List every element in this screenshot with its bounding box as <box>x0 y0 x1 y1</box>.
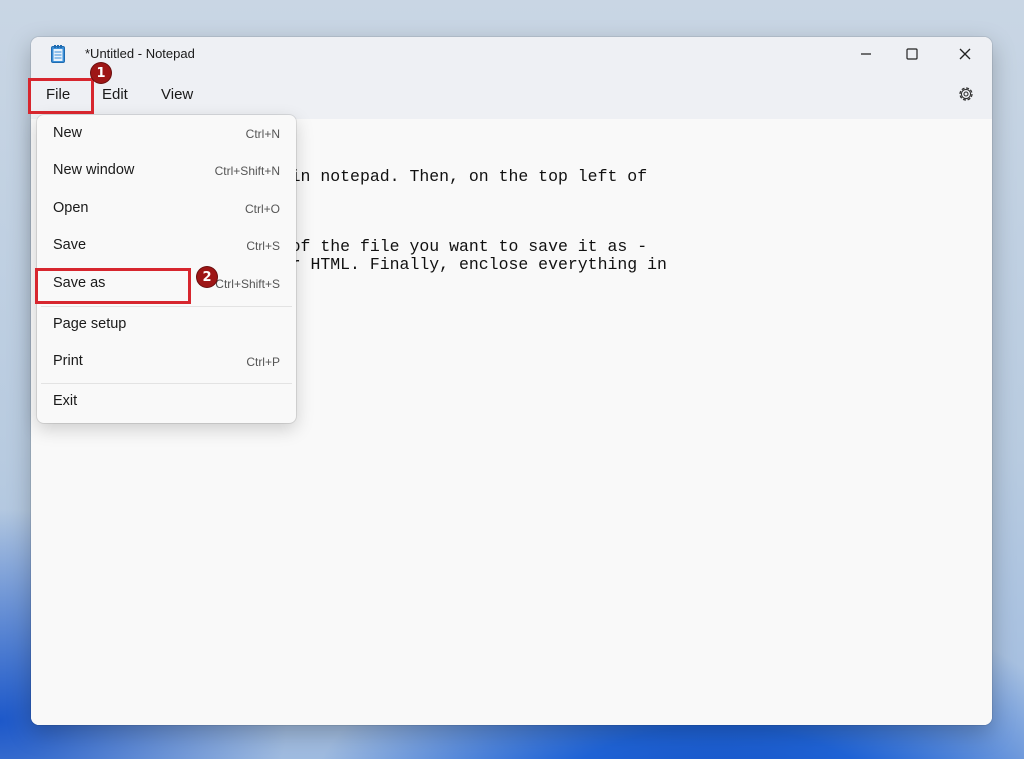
menu-separator <box>41 306 292 307</box>
menu-item-page-setup[interactable]: Page setup <box>41 310 292 342</box>
menu-item-new-window[interactable]: New window Ctrl+Shift+N <box>41 156 292 188</box>
menu-item-new[interactable]: New Ctrl+N <box>41 119 292 151</box>
step-badge-1: 1 <box>91 63 111 83</box>
menu-item-save[interactable]: Save Ctrl+S <box>41 231 292 263</box>
close-icon <box>959 48 971 60</box>
menu-bar: File Edit View <box>31 71 992 119</box>
menu-separator <box>41 383 292 384</box>
minimize-icon <box>861 53 871 55</box>
close-button[interactable] <box>942 37 988 71</box>
notepad-icon <box>51 45 65 63</box>
maximize-icon <box>906 48 918 60</box>
maximize-button[interactable] <box>889 37 935 71</box>
step-badge-2: 2 <box>197 267 217 287</box>
menu-item-exit[interactable]: Exit <box>41 387 292 419</box>
minimize-button[interactable] <box>843 37 889 71</box>
title-bar: *Untitled - Notepad <box>31 37 992 71</box>
menu-item-open[interactable]: Open Ctrl+O <box>41 194 292 226</box>
highlight-file-menu <box>28 78 94 114</box>
gear-icon[interactable] <box>956 84 976 104</box>
window-title: *Untitled - Notepad <box>85 46 195 61</box>
highlight-save-as <box>35 268 191 304</box>
menu-item-print[interactable]: Print Ctrl+P <box>41 347 292 379</box>
menu-edit[interactable]: Edit <box>102 86 128 103</box>
menu-view[interactable]: View <box>161 86 193 103</box>
